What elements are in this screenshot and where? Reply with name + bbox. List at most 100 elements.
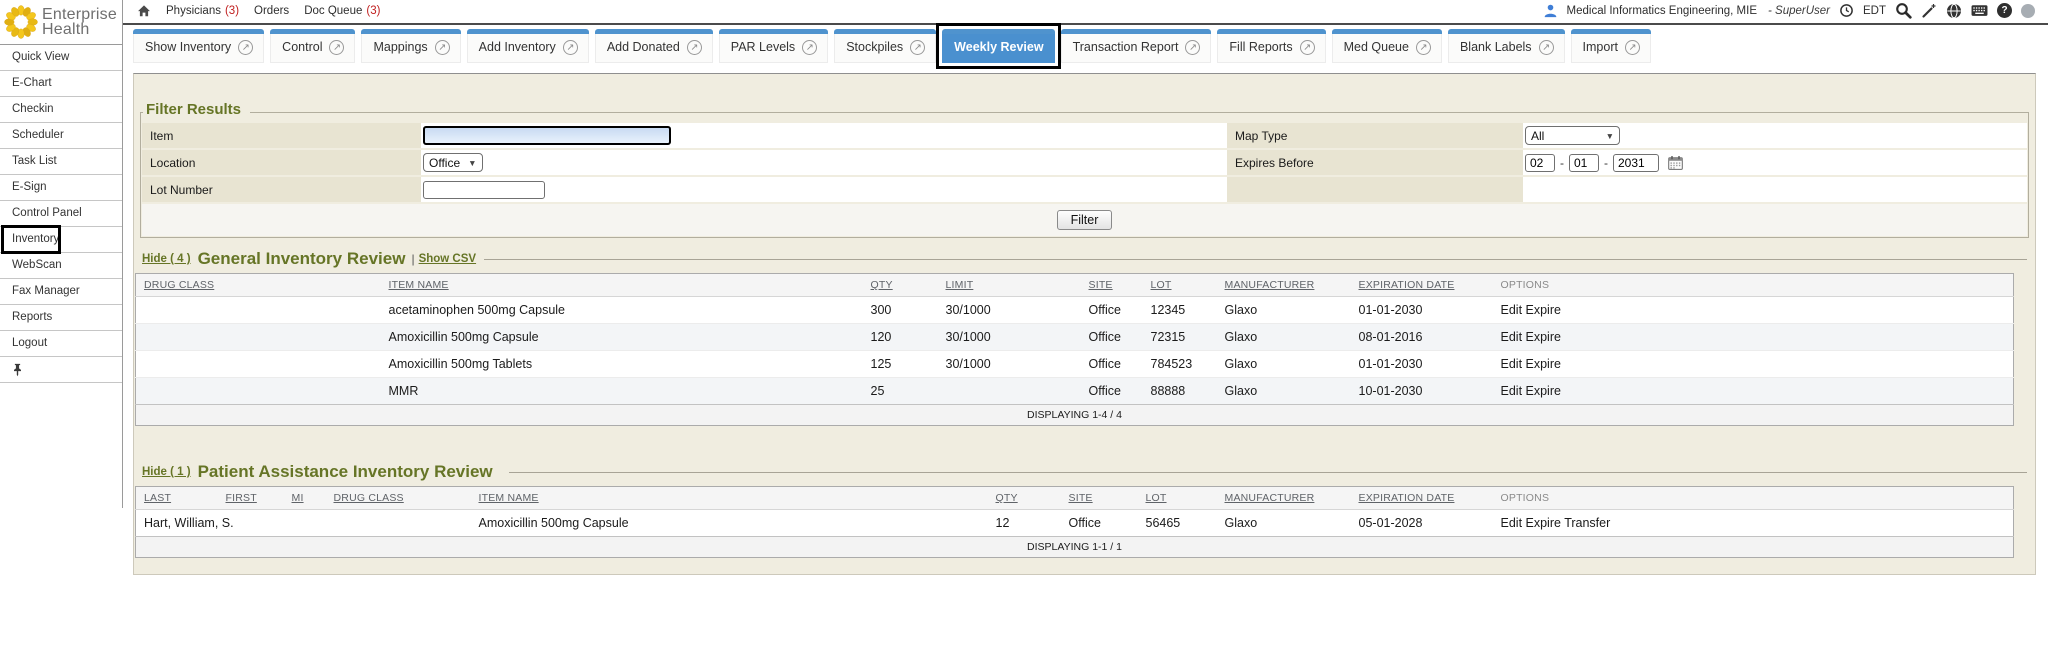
col-qty[interactable]: QTY [988, 487, 1061, 510]
sidebar-item-task-list[interactable]: Task List [0, 149, 122, 175]
item-input[interactable] [423, 126, 671, 145]
col-expiration-date[interactable]: EXPIRATION DATE [1351, 274, 1493, 297]
tab-mappings[interactable]: Mappings↗ [361, 29, 460, 63]
hide-general-link[interactable]: Hide ( 4 ) [142, 253, 191, 265]
cell-drug-class [326, 510, 471, 537]
expires-month-input[interactable] [1525, 154, 1555, 172]
date-separator: - [1560, 156, 1564, 170]
physicians-count-badge: (3) [225, 5, 239, 17]
cell-item-name: acetaminophen 500mg Capsule [381, 297, 863, 324]
col-expiration-date[interactable]: EXPIRATION DATE [1351, 487, 1493, 510]
keyboard-icon[interactable] [1971, 4, 1988, 17]
cell-drug-class [136, 324, 381, 351]
globe-icon[interactable] [1946, 3, 1962, 19]
location-select[interactable]: Office ▼ [423, 153, 483, 172]
help-icon[interactable]: ? [1997, 3, 2012, 18]
col-site[interactable]: SITE [1081, 274, 1143, 297]
sidebar-item-fax-manager[interactable]: Fax Manager [0, 279, 122, 305]
tab-fill-reports[interactable]: Fill Reports ↗ [1217, 29, 1325, 63]
col-item-name[interactable]: ITEM NAME [471, 487, 988, 510]
clock-icon[interactable] [1839, 3, 1854, 18]
calendar-icon[interactable] [1667, 155, 1684, 171]
sidebar-item-e-sign[interactable]: E-Sign [0, 175, 122, 201]
sidebar-item-control-panel[interactable]: Control Panel [0, 201, 122, 227]
cell-options[interactable]: Edit Expire [1493, 378, 2014, 405]
wand-icon[interactable] [1921, 3, 1937, 19]
external-link-icon[interactable]: ↗ [329, 40, 344, 55]
sidebar-item-reports[interactable]: Reports [0, 305, 122, 331]
external-link-icon[interactable]: ↗ [1539, 40, 1554, 55]
lot-number-input[interactable] [423, 181, 545, 199]
external-link-icon[interactable]: ↗ [1625, 40, 1640, 55]
tab-add-donated[interactable]: Add Donated↗ [595, 29, 713, 63]
paging-status: DISPLAYING 1-1 / 1 [136, 537, 2014, 558]
filter-button[interactable]: Filter [1057, 210, 1113, 230]
col-drug-class[interactable]: DRUG CLASS [136, 274, 381, 297]
tab-label: Transaction Report [1073, 40, 1179, 54]
sidebar-item-quick-view[interactable]: Quick View [0, 45, 122, 71]
app-logo-text: Enterprise Health [42, 7, 117, 37]
col-limit[interactable]: LIMIT [938, 274, 1081, 297]
tab-show-inventory[interactable]: Show Inventory↗ [133, 29, 264, 63]
external-link-icon[interactable]: ↗ [802, 40, 817, 55]
sidebar-item-scheduler[interactable]: Scheduler [0, 123, 122, 149]
user-name[interactable]: Medical Informatics Engineering, MIE [1567, 5, 1757, 17]
tab-transaction-report[interactable]: Transaction Report ↗ [1061, 29, 1212, 63]
map-type-select[interactable]: All ▼ [1525, 126, 1620, 145]
tab-import[interactable]: Import↗ [1571, 29, 1651, 63]
cell-options[interactable]: Edit Expire Transfer [1493, 510, 2014, 537]
presence-indicator [2021, 4, 2035, 18]
external-link-icon[interactable]: ↗ [1416, 40, 1431, 55]
tab-label: Fill Reports [1229, 40, 1292, 54]
expires-day-input[interactable] [1569, 154, 1599, 172]
nav-orders[interactable]: Orders [254, 5, 289, 17]
sidebar-item-logout[interactable]: Logout [0, 331, 122, 357]
tab-add-inventory[interactable]: Add Inventory↗ [467, 29, 589, 63]
col-mi[interactable]: MI [284, 487, 326, 510]
tab-weekly-review[interactable]: Weekly Review [942, 29, 1054, 63]
tab-par-levels[interactable]: PAR Levels↗ [719, 29, 828, 63]
external-link-icon[interactable]: ↗ [1185, 40, 1200, 55]
home-icon[interactable] [137, 4, 151, 18]
nav-orders-label: Orders [254, 5, 289, 17]
nav-physicians[interactable]: Physicians (3) [166, 5, 239, 17]
lot-number-field-cell [421, 177, 1227, 202]
filter-results-legend: Filter Results [143, 101, 250, 118]
col-lot[interactable]: LOT [1138, 487, 1217, 510]
col-manufacturer[interactable]: MANUFACTURER [1217, 487, 1351, 510]
sidebar-item-e-chart[interactable]: E-Chart [0, 71, 122, 97]
tab-med-queue[interactable]: Med Queue↗ [1332, 29, 1442, 63]
tab-blank-labels[interactable]: Blank Labels↗ [1448, 29, 1565, 63]
sidebar-item-checkin[interactable]: Checkin [0, 97, 122, 123]
tab-stockpiles[interactable]: Stockpiles↗ [834, 29, 936, 63]
tab-control[interactable]: Control↗ [270, 29, 355, 63]
col-qty[interactable]: QTY [863, 274, 938, 297]
col-last[interactable]: LAST [136, 487, 218, 510]
external-link-icon[interactable]: ↗ [238, 40, 253, 55]
col-drug-class[interactable]: DRUG CLASS [326, 487, 471, 510]
cell-item-name: MMR [381, 378, 863, 405]
cell-options[interactable]: Edit Expire [1493, 324, 2014, 351]
col-first[interactable]: FIRST [218, 487, 284, 510]
cell-options[interactable]: Edit Expire [1493, 351, 2014, 378]
sidebar-pin-toggle[interactable] [0, 357, 122, 383]
external-link-icon[interactable]: ↗ [687, 40, 702, 55]
external-link-icon[interactable]: ↗ [435, 40, 450, 55]
hide-patient-link[interactable]: Hide ( 1 ) [142, 466, 191, 478]
search-icon[interactable] [1895, 2, 1912, 19]
cell-qty: 125 [863, 351, 938, 378]
expires-year-input[interactable] [1613, 154, 1659, 172]
cell-options[interactable]: Edit Expire [1493, 297, 2014, 324]
col-manufacturer[interactable]: MANUFACTURER [1217, 274, 1351, 297]
external-link-icon[interactable]: ↗ [1300, 40, 1315, 55]
external-link-icon[interactable]: ↗ [910, 40, 925, 55]
col-site[interactable]: SITE [1061, 487, 1138, 510]
col-item-name[interactable]: ITEM NAME [381, 274, 863, 297]
sidebar-item-inventory[interactable]: Inventory [0, 227, 122, 253]
show-csv-link[interactable]: Show CSV [419, 253, 477, 265]
sidebar-item-webscan[interactable]: WebScan [0, 253, 122, 279]
external-link-icon[interactable]: ↗ [563, 40, 578, 55]
col-lot[interactable]: LOT [1143, 274, 1217, 297]
nav-doc-queue[interactable]: Doc Queue (3) [304, 5, 380, 17]
cell-qty: 120 [863, 324, 938, 351]
